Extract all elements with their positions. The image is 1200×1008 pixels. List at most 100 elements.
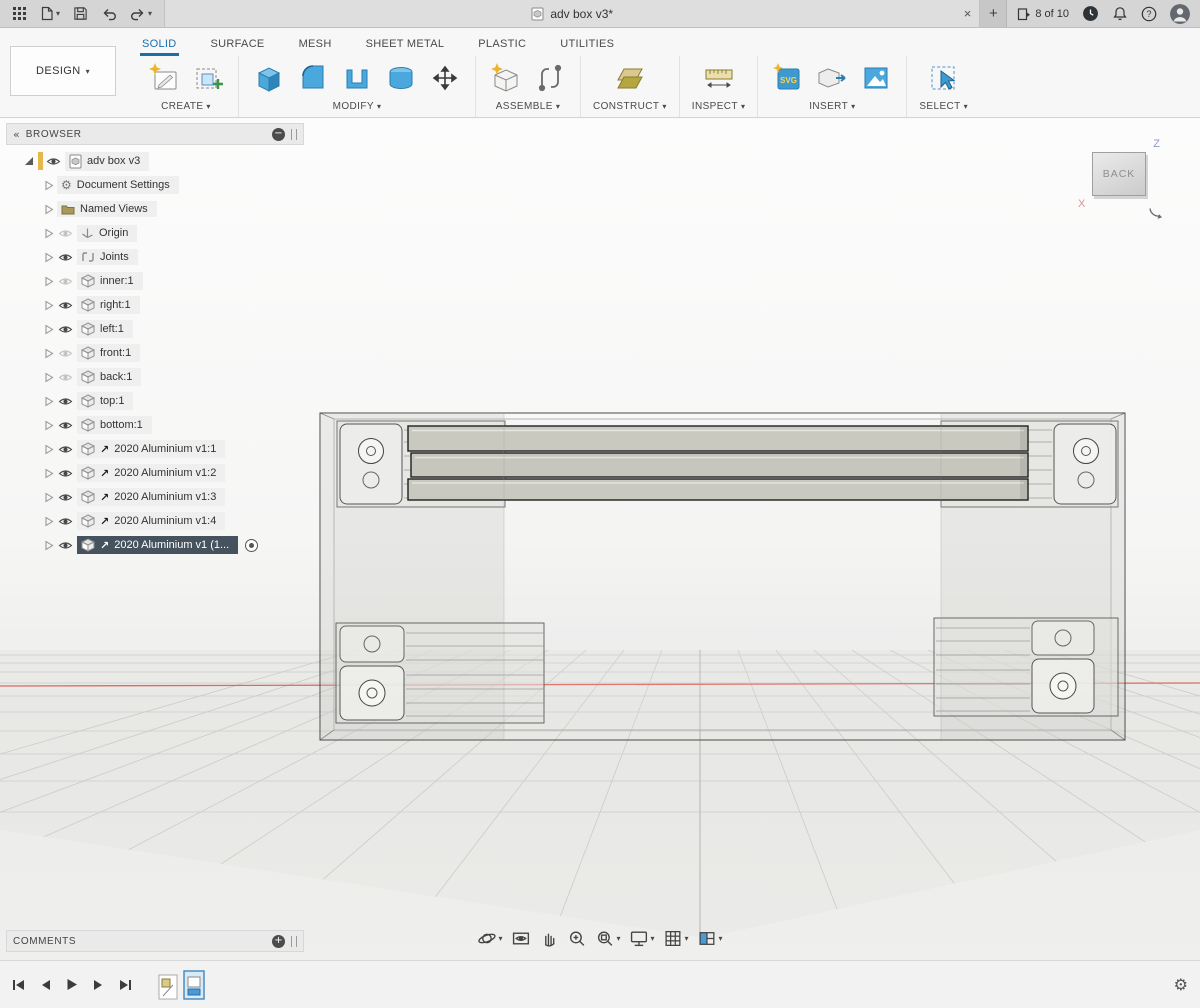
panel-grip[interactable] — [291, 936, 297, 947]
timeline-feature-component[interactable] — [158, 972, 178, 1000]
redo-icon[interactable]: ▾ — [130, 7, 152, 21]
browser-item[interactable]: front:1 — [6, 341, 304, 365]
disclosure-triangle[interactable] — [42, 252, 55, 263]
workspace-selector[interactable]: DESIGN ▾ — [10, 46, 116, 96]
construct-plane-icon[interactable] — [612, 60, 648, 96]
tab-close-icon[interactable]: × — [964, 6, 972, 21]
disclosure-triangle[interactable] — [42, 396, 55, 407]
document-tab[interactable]: adv box v3* × — [164, 0, 980, 27]
press-pull-icon[interactable] — [251, 60, 287, 96]
browser-item[interactable]: bottom:1 — [6, 413, 304, 437]
disclosure-triangle[interactable] — [42, 492, 55, 503]
construct-dropdown[interactable]: CONSTRUCT ▾ — [593, 101, 667, 112]
timeline-feature-component-selected[interactable] — [183, 970, 205, 1000]
disclosure-triangle[interactable] — [42, 540, 55, 551]
browser-item[interactable]: back:1 — [6, 365, 304, 389]
visibility-eye-icon-hidden[interactable] — [55, 228, 75, 239]
viewcube-face-back[interactable]: BACK — [1092, 152, 1146, 196]
inspect-dropdown[interactable]: INSPECT ▾ — [692, 101, 746, 112]
insert-svg-icon[interactable]: SVG — [770, 60, 806, 96]
tab-surface[interactable]: SURFACE — [209, 38, 267, 56]
help-icon[interactable]: ? — [1141, 6, 1157, 22]
visibility-eye-icon[interactable] — [55, 252, 75, 263]
browser-item[interactable]: Origin — [6, 221, 304, 245]
browser-item[interactable]: ⚙Document Settings — [6, 173, 304, 197]
play-button[interactable] — [66, 978, 78, 991]
browser-item[interactable]: ↗2020 Aluminium v1 (1... — [6, 533, 304, 557]
select-cursor-icon[interactable] — [926, 60, 962, 96]
create-dropdown[interactable]: CREATE ▾ — [161, 101, 211, 112]
comments-toggle-icon[interactable]: + — [272, 935, 285, 948]
disclosure-triangle[interactable] — [42, 324, 55, 335]
browser-item[interactable]: ↗2020 Aluminium v1:3 — [6, 485, 304, 509]
browser-item-chip[interactable]: left:1 — [77, 320, 133, 338]
browser-item-chip[interactable]: back:1 — [77, 368, 141, 386]
comments-header[interactable]: COMMENTS + — [6, 930, 304, 952]
browser-item[interactable]: ↗2020 Aluminium v1:2 — [6, 461, 304, 485]
move-copy-icon[interactable] — [427, 60, 463, 96]
viewports-button[interactable]: ▾ — [698, 929, 723, 948]
select-dropdown[interactable]: SELECT ▾ — [919, 101, 968, 112]
create-sketch-icon[interactable] — [146, 60, 182, 96]
tab-plastic[interactable]: PLASTIC — [476, 38, 528, 56]
new-component-icon[interactable] — [488, 60, 524, 96]
visibility-eye-icon[interactable] — [55, 492, 75, 503]
browser-item[interactable]: ↗2020 Aluminium v1:4 — [6, 509, 304, 533]
job-status-badge[interactable]: 8 of 10 — [1017, 7, 1069, 21]
disclosure-triangle[interactable] — [42, 204, 55, 215]
visibility-eye-icon[interactable] — [55, 420, 75, 431]
measure-icon[interactable] — [701, 60, 737, 96]
browser-item[interactable]: left:1 — [6, 317, 304, 341]
fit-button[interactable]: ▾ — [595, 929, 620, 948]
browser-item-chip[interactable]: inner:1 — [77, 272, 143, 290]
browser-item-chip[interactable]: ↗2020 Aluminium v1 (1... — [77, 536, 238, 554]
pan-button[interactable] — [539, 929, 558, 948]
timeline-settings-gear-icon[interactable]: ⚙ — [1174, 975, 1188, 994]
app-grid-icon[interactable] — [12, 6, 27, 21]
browser-item-chip[interactable]: Named Views — [57, 201, 157, 217]
look-at-button[interactable] — [511, 929, 530, 948]
visibility-eye-icon-hidden[interactable] — [55, 276, 75, 287]
panel-collapse-icon[interactable]: « — [13, 128, 20, 141]
disclosure-triangle[interactable] — [42, 348, 55, 359]
browser-item-chip[interactable]: Origin — [77, 225, 137, 242]
disclosure-triangle[interactable] — [42, 228, 55, 239]
disclosure-triangle[interactable] — [42, 444, 55, 455]
zoom-button[interactable] — [567, 929, 586, 948]
browser-item-chip[interactable]: ↗2020 Aluminium v1:3 — [77, 488, 225, 506]
create-form-icon[interactable] — [190, 60, 226, 96]
visibility-eye-icon[interactable] — [43, 156, 63, 167]
browser-header[interactable]: « BROWSER − — [6, 123, 304, 145]
avatar[interactable] — [1170, 4, 1190, 24]
display-settings-button[interactable]: ▾ — [629, 929, 654, 948]
selection-radio-icon[interactable] — [245, 539, 258, 552]
disclosure-triangle[interactable] — [42, 276, 55, 287]
insert-dropdown[interactable]: INSERT ▾ — [809, 101, 855, 112]
browser-item[interactable]: top:1 — [6, 389, 304, 413]
browser-item[interactable]: adv box v3 — [6, 149, 304, 173]
visibility-eye-icon[interactable] — [55, 300, 75, 311]
disclosure-triangle[interactable] — [22, 156, 35, 166]
browser-item-chip[interactable]: adv box v3 — [65, 152, 149, 171]
step-forward-button[interactable] — [93, 979, 104, 991]
undo-icon[interactable] — [101, 7, 117, 21]
bell-icon[interactable] — [1112, 6, 1128, 22]
visibility-eye-icon[interactable] — [55, 540, 75, 551]
fillet-icon[interactable] — [295, 60, 331, 96]
tab-utilities[interactable]: UTILITIES — [558, 38, 616, 56]
disclosure-triangle[interactable] — [42, 516, 55, 527]
browser-item[interactable]: ↗2020 Aluminium v1:1 — [6, 437, 304, 461]
viewcube[interactable]: Z X BACK — [1086, 140, 1170, 224]
assemble-dropdown[interactable]: ASSEMBLE ▾ — [496, 101, 561, 112]
joint-icon[interactable] — [532, 60, 568, 96]
orbit-button[interactable]: ▾ — [477, 929, 502, 948]
disclosure-triangle[interactable] — [42, 300, 55, 311]
save-icon[interactable] — [73, 6, 88, 21]
disclosure-triangle[interactable] — [42, 468, 55, 479]
skip-to-end-button[interactable] — [119, 979, 132, 991]
viewport-canvas[interactable]: « BROWSER − adv box v3 ⚙Document Settings… — [0, 118, 1200, 960]
browser-item-chip[interactable]: right:1 — [77, 296, 140, 314]
offset-face-icon[interactable] — [383, 60, 419, 96]
disclosure-triangle[interactable] — [42, 420, 55, 431]
panel-display-toggle-icon[interactable]: − — [272, 128, 285, 141]
